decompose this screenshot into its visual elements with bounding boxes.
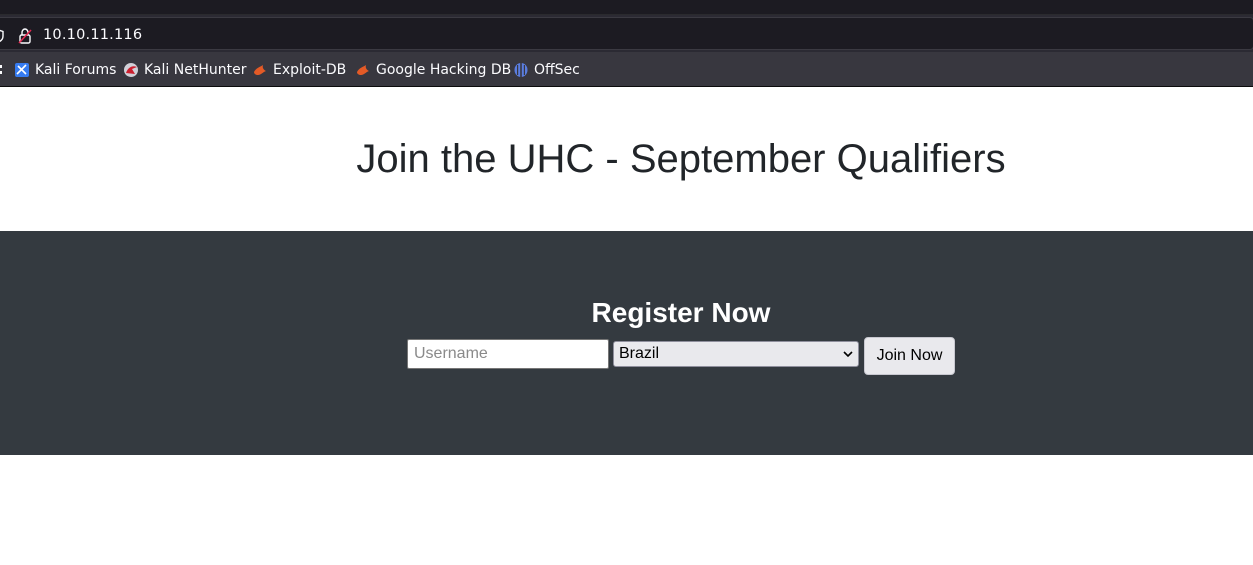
bookmark-label: Exploit-DB	[273, 61, 347, 78]
bookmark-exploit-db[interactable]: Exploit-DB	[252, 52, 346, 87]
shield-icon[interactable]	[0, 29, 4, 43]
kali-nethunter-icon	[124, 62, 138, 77]
chevron-down-icon	[843, 351, 853, 358]
lock-insecure-icon[interactable]	[18, 28, 32, 44]
offsec-icon	[514, 62, 528, 77]
page-title: Join the UHC - September Qualifiers	[356, 137, 1006, 181]
kali-forums-icon	[15, 62, 29, 77]
username-input[interactable]	[407, 339, 609, 369]
google-hacking-db-icon	[357, 64, 369, 75]
register-section: Register Now Brazil Join Now	[0, 231, 1253, 455]
browser-toolbar: 10.10.11.116	[0, 15, 1253, 52]
bookmark-label: OffSec	[534, 61, 580, 78]
bookmark-overflow-icon[interactable]	[0, 65, 4, 75]
bookmarks-toolbar: Kali Forums Kali NetHunter Exploit-DB Go…	[0, 52, 1253, 87]
country-selected-value: Brazil	[619, 345, 660, 362]
bookmark-label: Kali NetHunter	[144, 61, 247, 78]
address-bar[interactable]: 10.10.11.116	[0, 17, 1253, 50]
register-heading: Register Now	[591, 297, 771, 328]
browser-tab-strip	[0, 0, 1253, 15]
page-header: Join the UHC - September Qualifiers	[0, 87, 1253, 231]
bookmark-kali-forums[interactable]: Kali Forums	[14, 52, 116, 87]
bookmark-kali-nethunter[interactable]: Kali NetHunter	[123, 52, 246, 87]
bookmark-google-hacking-db[interactable]: Google Hacking DB	[355, 52, 511, 87]
bookmark-label: Kali Forums	[35, 61, 117, 78]
bookmark-offsec[interactable]: OffSec	[513, 52, 580, 87]
url-text[interactable]: 10.10.11.116	[43, 27, 142, 43]
exploit-db-icon	[254, 64, 266, 75]
country-select[interactable]: Brazil	[613, 341, 859, 367]
bookmark-label: Google Hacking DB	[376, 61, 512, 78]
join-now-button[interactable]: Join Now	[864, 337, 955, 375]
